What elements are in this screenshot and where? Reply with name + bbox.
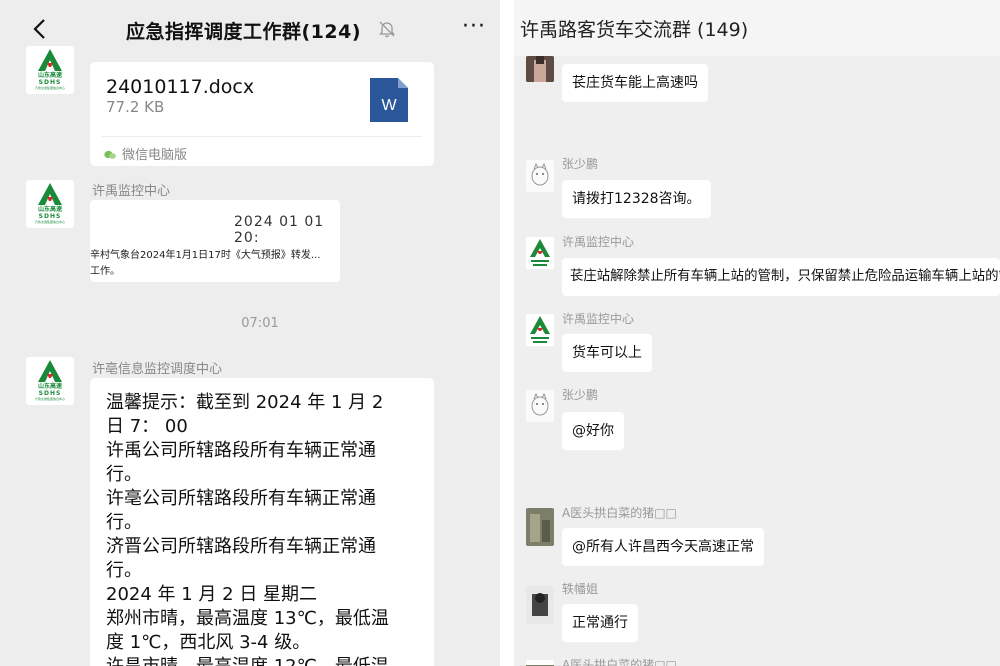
file-source-label: 微信电脑版 bbox=[122, 148, 188, 163]
avatar[interactable] bbox=[526, 237, 554, 269]
logo-text: 齐鲁交通集团信息中心 bbox=[34, 86, 65, 90]
message-bubble[interactable]: 请拨打12328咨询。 bbox=[562, 180, 711, 218]
message-bubble[interactable]: 货车可以上 bbox=[562, 334, 652, 372]
photo-avatar-icon bbox=[526, 56, 554, 82]
sdhs-logo-icon bbox=[526, 314, 554, 346]
sender-name: 许禹监控中心 bbox=[92, 184, 171, 199]
avatar[interactable]: 山东高速 SDHS 齐鲁交通集团信息中心 bbox=[26, 357, 74, 405]
sender-name: 许禹监控中心 bbox=[562, 235, 635, 249]
message-line: 济晋公司所辖路段所有车辆正常通 bbox=[106, 536, 376, 557]
message-line: 许禹公司所辖路段所有车辆正常通 bbox=[106, 440, 376, 461]
mute-bell-icon bbox=[379, 21, 395, 38]
message-bubble[interactable]: @好你 bbox=[562, 412, 624, 450]
logo-text: SDHS bbox=[38, 390, 62, 397]
chat-header: 应急指挥调度工作群(124) ··· bbox=[0, 0, 500, 58]
sender-name: 轶幡姐 bbox=[562, 582, 599, 596]
avatar[interactable] bbox=[526, 314, 554, 346]
panel-gap bbox=[500, 0, 514, 666]
sender-name: A医头拱白菜的猪□□ bbox=[562, 658, 677, 666]
chat-title: 应急指挥调度工作群(124) bbox=[126, 21, 362, 43]
logo-text: SDHS bbox=[38, 213, 62, 220]
text-message-bubble[interactable]: 温馨提示：截至到 2024 年 1 月 2 日 7： 00 许禹公司所辖路段所有… bbox=[90, 378, 434, 666]
sender-name: 许亳信息监控调度中心 bbox=[92, 362, 223, 377]
logo-text: 齐鲁交通集团信息中心 bbox=[34, 220, 65, 224]
timestamp: 07:01 bbox=[241, 316, 279, 331]
sdhs-logo-icon bbox=[526, 237, 554, 269]
cartoon-avatar-icon bbox=[526, 160, 554, 192]
sdhs-logo-icon bbox=[38, 360, 62, 382]
avatar[interactable] bbox=[526, 160, 554, 192]
message-line: 许昌市晴，最高温度 12℃，最低温 bbox=[106, 652, 389, 666]
logo-text: 齐鲁交通集团信息中心 bbox=[34, 397, 65, 401]
message-bubble[interactable]: @所有人许昌西今天高速正常 bbox=[562, 528, 764, 566]
message-bubble[interactable]: 正常通行 bbox=[562, 604, 638, 642]
message-bubble[interactable]: 苌庄站解除禁止所有车辆上站的管制，只保留禁止危险品运输车辆上站的管制。 bbox=[562, 258, 1000, 296]
message-line: 郑州市晴，最高温度 13℃，最低温 bbox=[106, 608, 389, 629]
file-source: 微信电脑版 bbox=[104, 144, 187, 163]
message-bubble[interactable]: 苌庄货车能上高速吗 bbox=[562, 64, 708, 102]
left-chat-panel: 应急指挥调度工作群(124) ··· 山东高速 SDHS 齐鲁交通集团信息中心 … bbox=[0, 0, 500, 666]
photo-avatar-icon bbox=[526, 508, 554, 546]
logo-text: SDHS bbox=[38, 79, 62, 86]
file-name: 24010117.docx bbox=[106, 76, 255, 98]
file-size: 77.2 KB bbox=[106, 98, 165, 116]
message-line: 温馨提示：截至到 2024 年 1 月 2 bbox=[106, 392, 384, 413]
sender-name: 许禹监控中心 bbox=[562, 312, 635, 326]
message-line: 行。 bbox=[106, 464, 142, 485]
message-line: 行。 bbox=[106, 560, 142, 581]
avatar[interactable] bbox=[526, 508, 554, 546]
chat-header: 许禹路客货车交流群 (149) bbox=[514, 0, 1000, 56]
sdhs-logo-icon bbox=[38, 183, 62, 205]
image-date-text: 2024 01 01 20: bbox=[234, 214, 325, 246]
message-line: 度 1℃，西北风 3-4 级。 bbox=[106, 632, 311, 653]
back-arrow-icon[interactable] bbox=[30, 18, 52, 40]
divider bbox=[102, 136, 422, 137]
message-line: 行。 bbox=[106, 512, 142, 533]
word-letter: W bbox=[381, 97, 397, 114]
image-text-line: 辛村气象台2024年1月1日17时《大气预报》转发... bbox=[90, 250, 321, 261]
image-text-line: 工作。 bbox=[90, 266, 120, 277]
right-chat-panel: 许禹路客货车交流群 (149) 苌庄货车能上高速吗 张少鹏 请拨打12328咨询… bbox=[514, 0, 1000, 666]
more-icon[interactable]: ··· bbox=[462, 14, 486, 39]
file-message-card[interactable]: 24010117.docx 77.2 KB W 微信电脑版 bbox=[90, 62, 434, 166]
image-message[interactable]: 2024 01 01 20: 辛村气象台2024年1月1日17时《大气预报》转发… bbox=[90, 200, 340, 282]
cartoon-avatar-icon bbox=[526, 390, 554, 422]
chat-title: 许禹路客货车交流群 (149) bbox=[520, 19, 749, 41]
logo-text: 山东高速 bbox=[37, 72, 62, 79]
avatar[interactable]: 山东高速 SDHS 齐鲁交通集团信息中心 bbox=[26, 46, 74, 94]
wechat-pc-icon bbox=[104, 150, 116, 159]
sender-name: A医头拱白菜的猪□□ bbox=[562, 506, 677, 520]
sdhs-logo-icon bbox=[38, 49, 62, 71]
avatar[interactable] bbox=[526, 586, 554, 624]
avatar[interactable] bbox=[526, 660, 554, 666]
photo-avatar-icon bbox=[526, 586, 554, 624]
logo-text: 山东高速 bbox=[37, 206, 62, 213]
logo-text: 山东高速 bbox=[37, 383, 62, 390]
avatar[interactable]: 山东高速 SDHS 齐鲁交通集团信息中心 bbox=[26, 180, 74, 228]
avatar[interactable] bbox=[526, 56, 554, 82]
avatar[interactable] bbox=[526, 390, 554, 422]
sender-name: 张少鹏 bbox=[562, 157, 599, 171]
sender-name: 张少鹏 bbox=[562, 388, 599, 402]
message-line: 许亳公司所辖路段所有车辆正常通 bbox=[106, 488, 376, 509]
message-line: 日 7： 00 bbox=[106, 416, 188, 437]
message-line: 2024 年 1 月 2 日 星期二 bbox=[106, 584, 318, 605]
word-file-icon: W bbox=[370, 78, 408, 122]
